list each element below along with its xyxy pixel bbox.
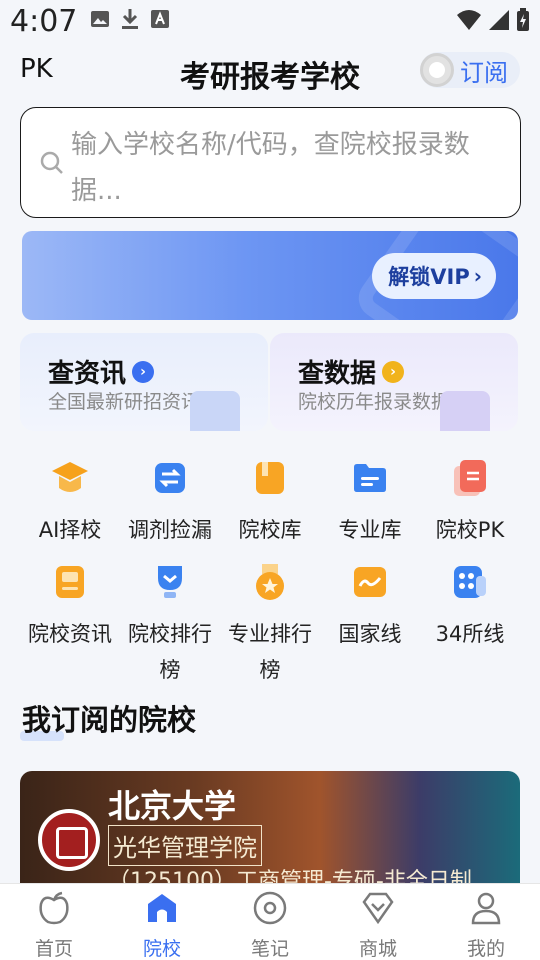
user-icon bbox=[471, 892, 501, 925]
wifi-icon bbox=[457, 10, 481, 30]
status-time: 4:07 bbox=[10, 4, 78, 39]
image-icon bbox=[91, 11, 109, 27]
news-query-title: 查资讯 › bbox=[48, 353, 155, 390]
tool-major-ranking[interactable]: 专业排行榜 bbox=[220, 554, 320, 688]
subscribe-label: 订阅 bbox=[460, 58, 508, 87]
nav-label: 笔记 bbox=[250, 938, 289, 960]
tool-label: 院校库 bbox=[238, 518, 302, 542]
arrow-right-icon: › bbox=[132, 360, 155, 383]
signal-icon bbox=[489, 10, 509, 30]
data-query-title: 查数据 › bbox=[298, 353, 405, 390]
arrow-right-icon: › bbox=[382, 360, 405, 383]
nav-label: 院校 bbox=[142, 938, 181, 960]
news-query-subtitle: 全国最新研招资讯 bbox=[48, 391, 201, 413]
tool-label: 专业库 bbox=[338, 518, 402, 542]
tool-major-library[interactable]: 专业库 bbox=[320, 450, 420, 548]
search-icon bbox=[40, 151, 63, 174]
tool-ai-school-select[interactable]: AI择校 bbox=[20, 450, 120, 548]
trophy-icon bbox=[150, 562, 190, 602]
shop-heart-icon bbox=[362, 892, 394, 925]
tool-school-library[interactable]: 院校库 bbox=[220, 450, 320, 548]
tool-label: 34所线 bbox=[435, 622, 505, 646]
school-book-icon bbox=[250, 458, 290, 498]
news-icon bbox=[50, 562, 90, 602]
status-bar: 4:07 bbox=[0, 0, 540, 46]
tool-34-school-line[interactable]: 34所线 bbox=[420, 554, 520, 652]
nav-shop[interactable]: 商城 bbox=[324, 890, 432, 960]
tool-national-line[interactable]: 国家线 bbox=[320, 554, 420, 652]
bottom-nav: 首页 院校 笔记 商城 我的 bbox=[0, 883, 540, 960]
status-icons-left bbox=[90, 8, 170, 30]
school-building-icon bbox=[148, 894, 176, 922]
check-doc-icon bbox=[440, 391, 490, 431]
data-query-title-text: 查数据 bbox=[298, 359, 377, 389]
nav-label: 首页 bbox=[34, 938, 73, 960]
unlock-vip-button[interactable]: 解锁VIP › bbox=[372, 253, 496, 299]
download-icon bbox=[122, 9, 138, 29]
unlock-vip-label: 解锁VIP bbox=[388, 265, 470, 289]
home-apple-icon bbox=[39, 891, 69, 925]
news-query-title-text: 查资讯 bbox=[48, 359, 127, 389]
nav-schools[interactable]: 院校 bbox=[108, 890, 216, 960]
data-query-subtitle: 院校历年报录数据 bbox=[298, 391, 451, 413]
top-header: PK 考研报考学校 订阅 bbox=[0, 46, 540, 100]
graduation-cap-icon bbox=[50, 458, 90, 498]
vip-banner[interactable]: 解锁VIP › bbox=[22, 231, 518, 320]
tool-label: 院校资讯 bbox=[28, 622, 112, 646]
search-placeholder: 输入学校名称/代码，查院校报录数据... bbox=[71, 130, 470, 206]
section-title-subscribed-schools: 我订阅的院校 bbox=[19, 697, 196, 741]
tool-adjustment[interactable]: 调剂捡漏 bbox=[120, 450, 220, 548]
nav-home[interactable]: 首页 bbox=[0, 890, 108, 960]
chevron-right-icon: › bbox=[473, 264, 482, 288]
subscribe-button[interactable]: 订阅 bbox=[420, 52, 520, 88]
tool-school-news[interactable]: 院校资讯 bbox=[20, 554, 120, 652]
nav-label: 商城 bbox=[358, 938, 397, 960]
tool-label: 国家线 bbox=[338, 622, 402, 646]
nav-notes[interactable]: 笔记 bbox=[216, 890, 324, 960]
news-query-card[interactable]: 查资讯 › 全国最新研招资讯 bbox=[20, 333, 268, 431]
tool-school-ranking[interactable]: 院校排行榜 bbox=[120, 554, 220, 688]
medal-icon bbox=[250, 562, 290, 602]
school-name: 北京大学 bbox=[108, 787, 237, 825]
pku-emblem-icon bbox=[38, 809, 100, 871]
tool-school-pk[interactable]: 院校PK bbox=[420, 450, 520, 548]
tool-label: 专业排行榜 bbox=[228, 622, 312, 682]
tool-label: 院校PK bbox=[435, 518, 505, 542]
tool-label: 院校排行榜 bbox=[128, 622, 212, 682]
grid-dots-icon bbox=[450, 562, 490, 602]
swap-icon bbox=[150, 458, 190, 498]
search-input[interactable]: 输入学校名称/代码，查院校报录数据... bbox=[20, 107, 521, 218]
school-department: 光华管理学院 bbox=[108, 825, 262, 866]
compare-doc-icon bbox=[450, 458, 490, 498]
nav-label: 我的 bbox=[466, 938, 505, 960]
subscribed-school-card[interactable]: 北京大学 光华管理学院 （125100）工商管理-专硕-非全日制 bbox=[20, 771, 520, 891]
line-chart-icon bbox=[350, 562, 390, 602]
battery-icon bbox=[517, 8, 529, 31]
document-icon bbox=[190, 391, 240, 431]
tool-label: AI择校 bbox=[38, 518, 102, 542]
folder-icon bbox=[350, 458, 390, 498]
nav-profile[interactable]: 我的 bbox=[432, 890, 540, 960]
note-circle-icon bbox=[253, 891, 287, 925]
text-a-icon bbox=[151, 10, 169, 28]
tool-label: 调剂捡漏 bbox=[128, 518, 212, 542]
data-query-card[interactable]: 查数据 › 院校历年报录数据 bbox=[270, 333, 518, 431]
subscribe-toggle-icon bbox=[420, 53, 454, 87]
status-icons-right bbox=[456, 8, 530, 32]
